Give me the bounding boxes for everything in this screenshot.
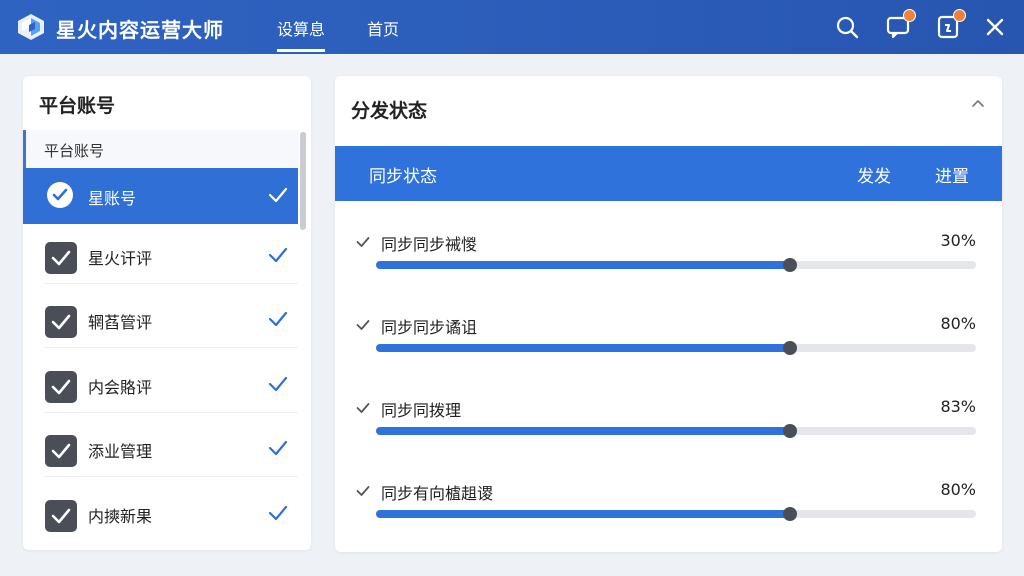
- column-progress[interactable]: 进置: [935, 162, 969, 187]
- progress-percent: 30%: [940, 231, 976, 250]
- messages-button[interactable]: [886, 9, 916, 39]
- account-item[interactable]: 星火讦评: [23, 228, 298, 284]
- progress-track: [376, 341, 976, 355]
- row-divider: [43, 347, 298, 348]
- account-name: 星火讦评: [88, 249, 153, 268]
- row-divider: [43, 283, 298, 284]
- checkbox[interactable]: [45, 242, 77, 274]
- account-name: 添业管理: [88, 442, 153, 461]
- tab-label: 设算息: [277, 20, 326, 39]
- close-icon: [986, 18, 1004, 36]
- account-list-scrollbar[interactable]: [300, 132, 306, 230]
- search-button[interactable]: [835, 15, 859, 39]
- account-name: 星账号: [88, 189, 137, 208]
- search-icon: [836, 16, 859, 39]
- progress-track: [376, 507, 976, 521]
- column-publish[interactable]: 发发: [857, 162, 891, 187]
- documents-button[interactable]: [936, 9, 966, 39]
- progress-track: [376, 424, 976, 438]
- check-icon: [268, 247, 288, 263]
- notification-badge: [903, 9, 916, 22]
- account-item-selected[interactable]: 星账号: [23, 168, 298, 224]
- progress-percent: 80%: [940, 314, 976, 333]
- distribution-status-panel: 分发状态 同步状态 发发 进置 同步同步祴惾 30% 同步同步谲诅 80% 同步…: [335, 76, 1002, 552]
- chevron-up-icon[interactable]: [971, 98, 985, 108]
- progress-fill: [376, 344, 790, 352]
- app-logo-icon: [18, 14, 44, 40]
- list-group-label: 平台账号: [44, 142, 105, 160]
- check-icon: [268, 440, 288, 456]
- progress-label: 同步同拨理: [381, 401, 462, 420]
- checkbox[interactable]: [45, 500, 77, 532]
- progress-item: 同步同拨理 83%: [335, 396, 1002, 456]
- checkbox[interactable]: [45, 306, 77, 338]
- check-circle-icon: [47, 182, 73, 208]
- app-header: 星火内容运营大师 设算息 首页: [0, 0, 1024, 54]
- checkbox[interactable]: [45, 371, 77, 403]
- account-name: 辋萏管评: [88, 313, 153, 332]
- account-item[interactable]: 内会賂评: [23, 357, 298, 413]
- progress-label: 同步有向樝趄谡: [381, 484, 494, 503]
- progress-item: 同步同步祴惾 30%: [335, 230, 1002, 290]
- check-icon: [356, 237, 370, 247]
- panel-title: 分发状态: [351, 100, 428, 122]
- close-button[interactable]: [983, 15, 1007, 39]
- progress-percent: 80%: [940, 480, 976, 499]
- account-name: 内会賂评: [88, 378, 153, 397]
- progress-percent: 83%: [940, 397, 976, 416]
- notification-badge: [953, 9, 966, 22]
- progress-item: 同步有向樝趄谡 80%: [335, 479, 1002, 539]
- row-divider: [43, 476, 298, 477]
- progress-knob[interactable]: [783, 507, 797, 521]
- panel-title: 平台账号: [39, 95, 116, 117]
- check-icon: [356, 403, 370, 413]
- progress-knob[interactable]: [783, 424, 797, 438]
- platform-accounts-panel: 平台账号 平台账号 星账号 星火讦评 辋萏管评 内会賂评 添业管理 内摤新果: [23, 76, 311, 550]
- progress-track: [376, 258, 976, 272]
- sync-status-label: 同步状态: [369, 167, 437, 187]
- check-icon: [268, 505, 288, 521]
- account-item[interactable]: 内摤新果: [23, 486, 298, 542]
- progress-fill: [376, 261, 790, 269]
- check-icon: [356, 320, 370, 330]
- list-group-header: 平台账号: [23, 130, 299, 168]
- tab-settings[interactable]: 设算息: [277, 16, 326, 52]
- progress-item: 同步同步谲诅 80%: [335, 313, 1002, 373]
- account-name: 内摤新果: [88, 507, 153, 526]
- row-divider: [43, 412, 298, 413]
- account-item[interactable]: 辋萏管评: [23, 292, 298, 348]
- app-title: 星火内容运营大师: [56, 18, 224, 42]
- check-icon: [268, 187, 288, 203]
- progress-fill: [376, 427, 790, 435]
- progress-knob[interactable]: [783, 341, 797, 355]
- tab-label: 首页: [367, 20, 400, 39]
- progress-fill: [376, 510, 790, 518]
- checkbox[interactable]: [45, 435, 77, 467]
- check-icon: [268, 376, 288, 392]
- account-item[interactable]: 添业管理: [23, 421, 298, 477]
- progress-label: 同步同步谲诅: [381, 318, 478, 337]
- tab-home[interactable]: 首页: [367, 16, 399, 40]
- progress-knob[interactable]: [783, 258, 797, 272]
- check-icon: [268, 311, 288, 327]
- check-icon: [356, 486, 370, 496]
- sync-status-header: 同步状态 发发 进置: [335, 146, 1002, 201]
- progress-label: 同步同步祴惾: [381, 235, 478, 254]
